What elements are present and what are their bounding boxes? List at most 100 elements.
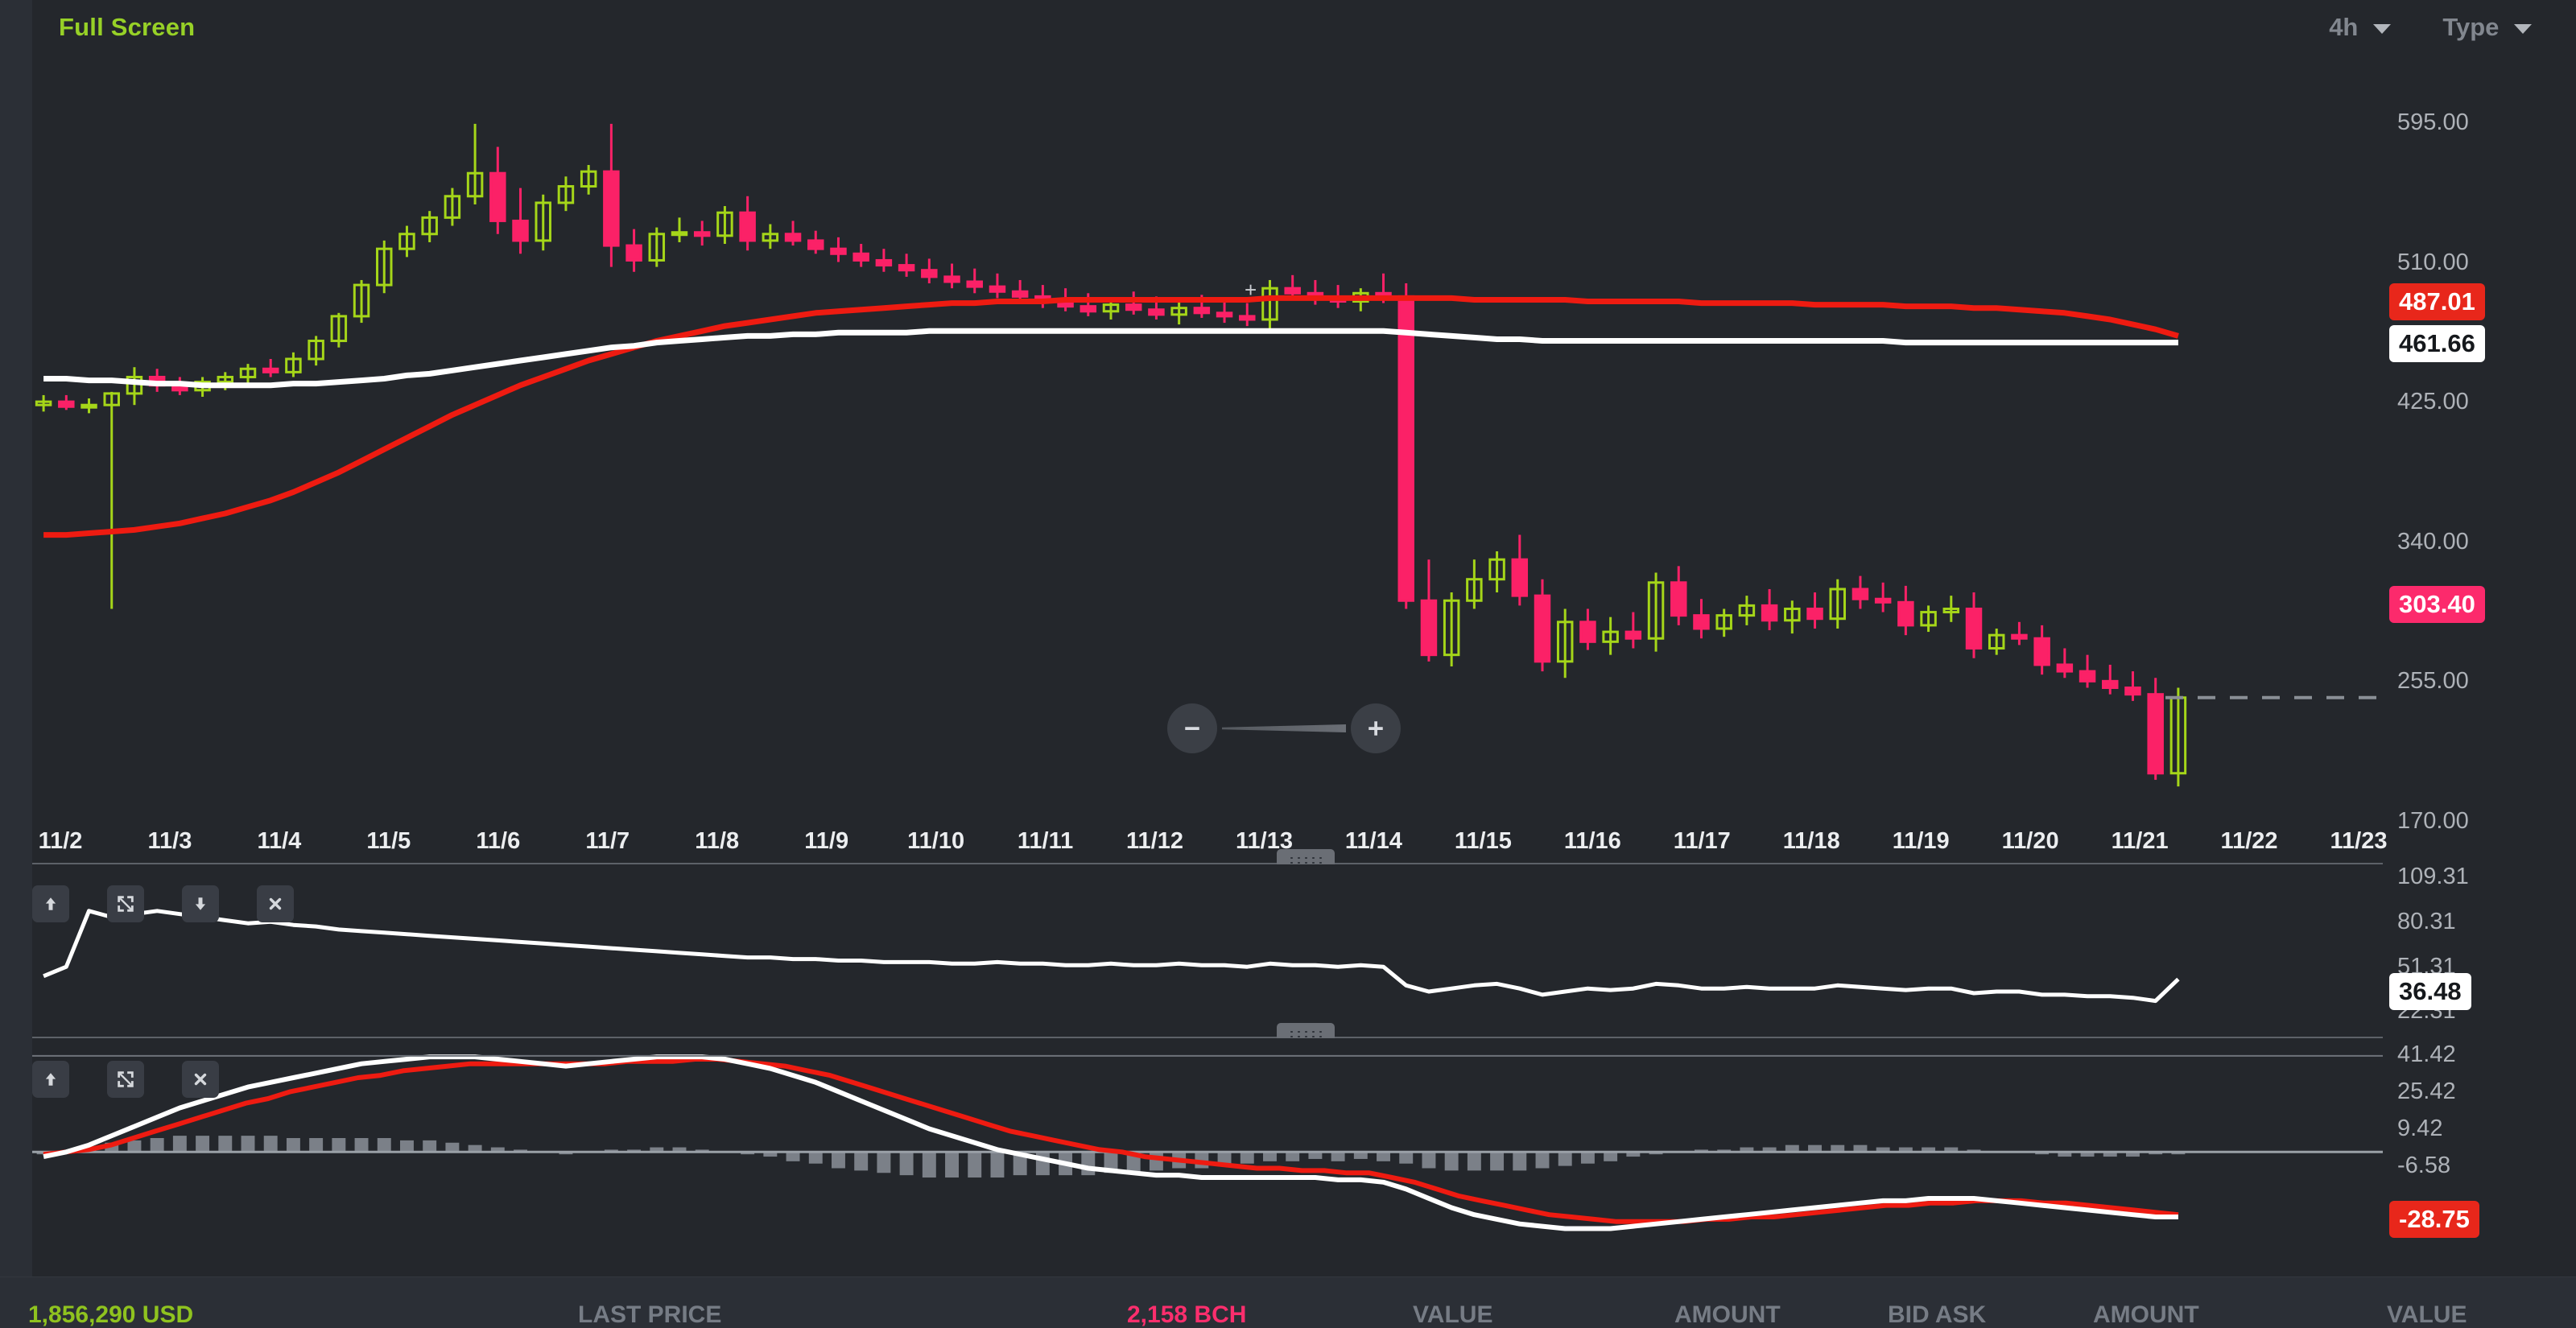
macd-panel[interactable]: [32, 1038, 2383, 1238]
candle: [1693, 599, 1710, 639]
macd-axis-tick: 25.42: [2397, 1078, 2456, 1104]
candle: [489, 146, 506, 234]
candle: [784, 221, 802, 246]
candle: [1624, 612, 1642, 649]
rsi-move-down-button[interactable]: [182, 885, 219, 922]
candle: [535, 194, 551, 251]
candle: [512, 188, 529, 254]
candle: [1897, 585, 1914, 636]
candle: [2011, 621, 2028, 645]
rsi-axis[interactable]: 109.31 80.31 51.31 22.31 36.48: [2383, 864, 2576, 1035]
chart-type-label: Type: [2442, 13, 2500, 41]
macd-axis-tick: -6.58: [2397, 1153, 2451, 1179]
zoom-slider-track[interactable]: [1217, 703, 1351, 753]
status-cell: VALUE: [2387, 1301, 2467, 1328]
move-up-icon: [45, 897, 56, 910]
macd-histogram-bar: [1399, 1152, 1414, 1164]
macd-expand-button[interactable]: [107, 1061, 144, 1098]
macd-histogram-bar: [286, 1138, 300, 1153]
macd-histogram-bar: [1558, 1152, 1572, 1166]
candle: [762, 224, 779, 250]
candle: [1125, 291, 1142, 315]
candle: [716, 206, 733, 245]
candle: [2124, 671, 2141, 701]
candle: [308, 336, 324, 366]
status-cell: VALUE: [1413, 1301, 1493, 1328]
candle: [1602, 617, 1619, 655]
candle: [1874, 582, 1892, 612]
macd-histogram-bar: [922, 1152, 936, 1178]
candle: [2079, 654, 2096, 688]
candle: [2169, 687, 2187, 787]
candle: [557, 176, 575, 212]
timeframe-label: 4h: [2329, 13, 2359, 41]
time-axis-tick: 11/4: [257, 828, 302, 854]
macd-histogram-bar: [968, 1152, 982, 1178]
candle: [648, 227, 666, 267]
candle: [1239, 303, 1256, 327]
candle: [80, 398, 97, 414]
expand-icon: [118, 896, 134, 912]
candle: [239, 364, 257, 384]
candle: [966, 268, 983, 294]
macd-histogram-bar: [1263, 1152, 1277, 1161]
time-axis[interactable]: 11/2 11/3 11/4 11/5 11/6 11/7 11/8 11/9 11/10 11/…: [32, 823, 2387, 864]
zoom-in-button[interactable]: [1351, 703, 1401, 753]
candle: [444, 188, 461, 226]
price-axis-tick: 595.00: [2397, 109, 2469, 135]
candle: [1738, 596, 1756, 625]
candle: [35, 394, 52, 412]
chart-type-selector[interactable]: Type: [2442, 13, 2532, 42]
candle: [1511, 534, 1529, 606]
price-axis[interactable]: 595.00 510.00 425.00 340.00 255.00 170.00 487.…: [2383, 50, 2576, 834]
trading-chart-app: Full Screen 4h Type Indicators Select To…: [0, 0, 2576, 1328]
left-rail: [0, 0, 32, 1328]
time-axis-tick: 11/20: [2001, 828, 2059, 854]
candle: [58, 394, 75, 410]
timeframe-selector[interactable]: 4h: [2329, 13, 2391, 42]
chevron-down-icon: [2373, 23, 2391, 34]
time-axis-tick: 11/10: [907, 828, 965, 854]
candle: [1988, 628, 2005, 655]
zoom-control[interactable]: [1167, 700, 1401, 757]
full-screen-button[interactable]: Full Screen: [59, 13, 195, 42]
zoom-out-button[interactable]: [1167, 703, 1217, 753]
macd-histogram-bar: [172, 1136, 187, 1153]
macd-close-button[interactable]: [182, 1061, 219, 1098]
rsi-move-up-button[interactable]: [32, 885, 69, 922]
time-axis-tick: 11/2: [38, 828, 83, 854]
macd-histogram-bar: [808, 1152, 823, 1164]
candle: [1761, 588, 1778, 631]
macd-histogram-bar: [400, 1140, 414, 1153]
candle: [580, 164, 597, 195]
candle: [330, 312, 348, 348]
time-axis-tick: 11/11: [1017, 828, 1074, 854]
macd-histogram-bar: [1604, 1152, 1618, 1161]
rsi-close-button[interactable]: [257, 885, 294, 922]
time-axis-tick: 11/8: [695, 828, 740, 854]
candle: [2147, 678, 2164, 780]
time-axis-tick: 11/22: [2220, 828, 2278, 854]
candle: [1806, 592, 1823, 629]
macd-axis[interactable]: 41.42 25.42 9.42 -6.58 -28.75: [2383, 1038, 2576, 1239]
macd-plot[interactable]: [32, 1038, 2383, 1238]
macd-move-up-button[interactable]: [32, 1061, 69, 1098]
time-axis-tick: 11/15: [1454, 828, 1512, 854]
candle: [148, 369, 166, 392]
time-axis-tick: 11/9: [804, 828, 849, 854]
rsi-plot[interactable]: [32, 864, 2383, 1035]
candle: [921, 258, 938, 284]
macd-histogram-bar: [1331, 1152, 1345, 1161]
rsi-panel[interactable]: [32, 864, 2383, 1035]
macd-histogram-bar: [241, 1136, 255, 1153]
time-axis-tick: 11/16: [1563, 828, 1621, 854]
macd-histogram-bar: [877, 1152, 891, 1173]
macd-histogram-bar: [1081, 1152, 1096, 1176]
candle: [1942, 596, 1960, 622]
time-axis-tick: 11/18: [1782, 828, 1840, 854]
macd-axis-tick: 9.42: [2397, 1116, 2443, 1142]
macd-histogram-bar: [354, 1138, 369, 1153]
rsi-expand-button[interactable]: [107, 885, 144, 922]
candle: [671, 217, 688, 242]
time-axis-tick: 11/6: [476, 828, 521, 854]
